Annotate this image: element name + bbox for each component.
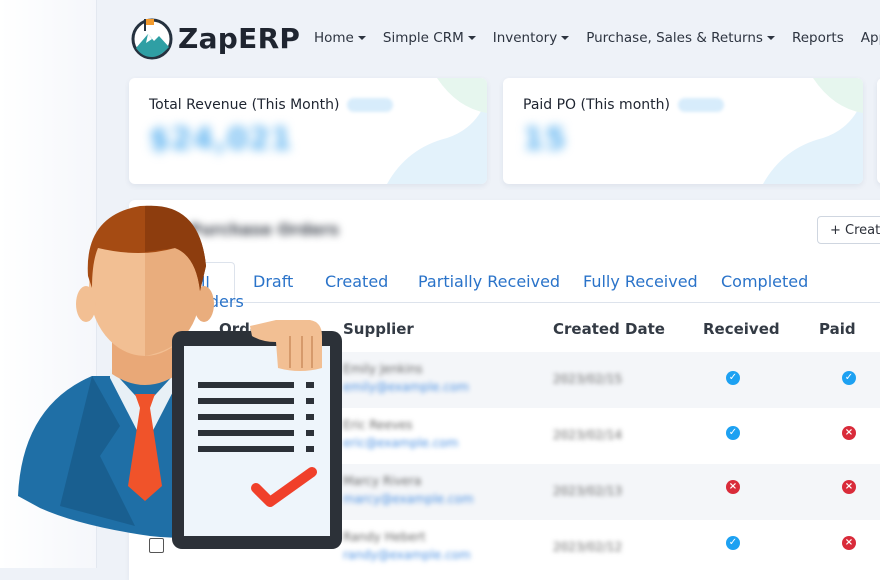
top-nav: Home Simple CRM Inventory Purchase, Sale… xyxy=(314,30,880,46)
card-wave-decoration xyxy=(763,78,863,184)
check-circle-icon: ✓ xyxy=(726,426,740,440)
supplier-email[interactable]: emily@example.com xyxy=(343,380,469,394)
tab-fully-received[interactable]: Fully Received xyxy=(583,272,698,291)
nav-label: Reports xyxy=(791,30,844,46)
create-button[interactable]: + Create xyxy=(817,216,880,244)
logo-mark-icon xyxy=(131,18,173,60)
nav-label: Inventory xyxy=(492,30,558,46)
created-date: 2023/02/15 xyxy=(553,372,623,386)
x-circle-icon: × xyxy=(726,480,740,494)
stat-title: Total Revenue (This Month) xyxy=(149,97,394,113)
supplier-email[interactable]: marcy@example.com xyxy=(343,492,474,506)
caret-down-icon xyxy=(561,36,570,40)
stat-card-revenue: Total Revenue (This Month) $24,021 xyxy=(129,78,487,184)
tab-partially-received[interactable]: Partially Received xyxy=(418,272,560,291)
check-circle-icon: ✓ xyxy=(726,536,740,550)
column-paid[interactable]: Paid xyxy=(819,320,856,338)
nav-label: Purchase, Sales & Returns xyxy=(586,30,763,46)
x-circle-icon: × xyxy=(842,536,856,550)
supplier-name: Randy Hebert xyxy=(343,530,426,544)
businessman-checklist-illustration xyxy=(18,205,342,549)
column-supplier[interactable]: Supplier xyxy=(343,320,414,338)
clipboard-paper xyxy=(184,346,330,536)
created-date: 2023/02/13 xyxy=(553,484,623,498)
caret-down-icon xyxy=(467,36,476,40)
stat-value: 15 xyxy=(523,122,567,157)
stat-badge xyxy=(347,98,394,112)
stat-card-paid-po: Paid PO (This month) 15 xyxy=(503,78,863,184)
column-received[interactable]: Received xyxy=(703,320,780,338)
stat-title-text: Paid PO (This month) xyxy=(523,97,670,113)
ear-left xyxy=(76,286,96,322)
nav-label: Home xyxy=(314,30,354,46)
card-wave-decoration xyxy=(387,78,487,184)
caret-down-icon xyxy=(766,36,775,40)
caret-down-icon xyxy=(357,36,366,40)
nav-label: Simple CRM xyxy=(382,30,464,46)
supplier-email[interactable]: randy@example.com xyxy=(343,548,471,562)
x-circle-icon: × xyxy=(842,426,856,440)
supplier-email[interactable]: eric@example.com xyxy=(343,436,458,450)
supplier-name: Eric Reeves xyxy=(343,418,413,432)
nav-item-simple-crm[interactable]: Simple CRM xyxy=(383,30,476,46)
stat-title-text: Total Revenue (This Month) xyxy=(149,97,340,113)
stat-title: Paid PO (This month) xyxy=(523,97,724,113)
supplier-name: Emily Jenkins xyxy=(343,362,423,376)
column-created-date[interactable]: Created Date xyxy=(553,320,665,338)
nav-label: Apps xyxy=(860,30,880,46)
app-logo[interactable]: ZapERP xyxy=(130,16,300,60)
nav-item-reports[interactable]: Reports xyxy=(792,30,844,46)
nav-item-purchase-sales-returns[interactable]: Purchase, Sales & Returns xyxy=(586,30,775,46)
ear-right xyxy=(194,286,214,322)
x-circle-icon: × xyxy=(842,480,856,494)
app-name: ZapERP xyxy=(178,21,301,55)
supplier-name: Marcy Rivera xyxy=(343,474,422,488)
stat-badge xyxy=(677,98,724,112)
created-date: 2023/02/12 xyxy=(553,540,623,554)
tab-completed[interactable]: Completed xyxy=(721,272,808,291)
created-date: 2023/02/14 xyxy=(553,428,623,442)
nav-item-inventory[interactable]: Inventory xyxy=(492,30,570,46)
nav-item-apps[interactable]: Apps xyxy=(861,30,880,46)
nav-item-home[interactable]: Home xyxy=(314,30,366,46)
stat-value: $24,021 xyxy=(149,122,293,157)
check-circle-icon: ✓ xyxy=(842,371,856,385)
check-circle-icon: ✓ xyxy=(726,371,740,385)
